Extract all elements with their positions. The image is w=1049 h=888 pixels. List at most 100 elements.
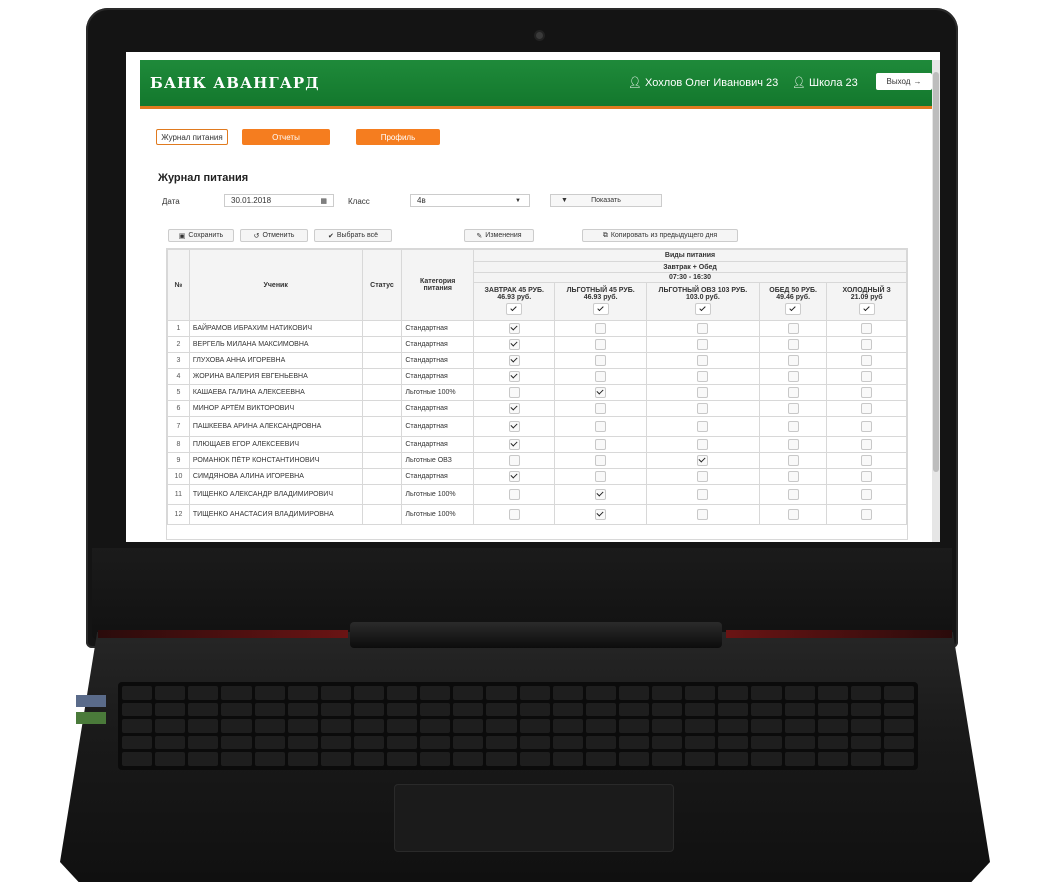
meal-checkbox[interactable]	[861, 371, 873, 382]
meal-checkbox[interactable]	[787, 509, 799, 520]
table-row: 10 СИМДЯНОВА АЛИНА ИГОРЕВНА Стандартная	[167, 468, 907, 485]
meal-checkbox[interactable]	[595, 355, 607, 366]
meal-checkbox[interactable]	[861, 339, 873, 350]
keyboard-key	[618, 735, 649, 750]
column-select-checkbox[interactable]	[785, 302, 802, 315]
meal-checkbox[interactable]	[508, 421, 520, 432]
meal-checkbox[interactable]	[697, 421, 709, 432]
meal-checkbox[interactable]	[787, 323, 799, 334]
column-select-checkbox[interactable]	[506, 302, 523, 315]
date-input[interactable]: 30.01.2018 ▦	[224, 194, 334, 207]
meal-checkbox[interactable]	[508, 339, 520, 350]
meal-checkbox[interactable]	[861, 323, 873, 334]
brand-logo[interactable]: БАНК АВАНГАРД	[150, 74, 320, 92]
cancel-button[interactable]: ↺ Отменить	[240, 229, 308, 242]
row-number: 5	[167, 384, 190, 401]
pencil-icon: ✎	[476, 232, 483, 240]
show-button[interactable]: ▼ Показать	[550, 194, 662, 207]
meal-checkbox[interactable]	[861, 403, 873, 414]
student-name: ВЕРГЕЛЬ МИЛАНА МАКСИМОВНА	[188, 336, 363, 353]
meal-checkbox[interactable]	[508, 387, 520, 398]
meal-checkbox[interactable]	[787, 455, 799, 466]
meal-checkbox[interactable]	[508, 439, 520, 450]
keyboard-key	[552, 752, 583, 766]
meal-checkbox[interactable]	[508, 509, 520, 520]
date-value: 30.01.2018	[231, 196, 272, 205]
meal-checkbox[interactable]	[861, 509, 873, 520]
meal-checkbox[interactable]	[595, 421, 607, 432]
cancel-label: Отменить	[262, 232, 295, 239]
meal-checkbox[interactable]	[595, 387, 607, 398]
user-info: 👤︎ Хохлов Олег Иванович 23	[628, 76, 778, 89]
meal-checkbox[interactable]	[861, 489, 873, 500]
meal-checkbox[interactable]	[697, 489, 709, 500]
meal-checkbox[interactable]	[787, 371, 799, 382]
meal-checkbox[interactable]	[697, 439, 709, 450]
copy-previous-button[interactable]: ⧉ Копировать из предыдущего дня	[582, 229, 738, 242]
meal-checkbox[interactable]	[697, 371, 709, 382]
changes-button[interactable]: ✎ Изменения	[464, 229, 534, 242]
meal-checkbox[interactable]	[508, 403, 520, 414]
scrollbar-thumb[interactable]	[933, 72, 939, 472]
meal-checkbox[interactable]	[787, 439, 799, 450]
class-select[interactable]: 4в ▼	[410, 194, 530, 207]
meal-checkbox[interactable]	[595, 455, 607, 466]
column-select-checkbox[interactable]	[694, 302, 711, 315]
meal-checkbox[interactable]	[697, 471, 709, 482]
table-row: 4 ЖОРИНА ВАЛЕРИЯ ЕВГЕНЬЕВНА Стандартная	[167, 368, 907, 385]
meal-checkbox[interactable]	[861, 471, 873, 482]
column-select-checkbox[interactable]	[858, 302, 875, 315]
meal-checkbox[interactable]	[508, 489, 520, 500]
student-name: ТИЩЕНКО АЛЕКСАНДР ВЛАДИМИРОВИЧ	[188, 484, 363, 505]
meal-column-header: ЛЬГОТНЫЙ ОВЗ 103 РУБ. 103.0 руб.	[645, 282, 760, 321]
save-button[interactable]: ▣ Сохранить	[168, 229, 234, 242]
meal-checkbox[interactable]	[697, 455, 709, 466]
meal-checkbox[interactable]	[595, 339, 607, 350]
keyboard-key	[751, 719, 782, 733]
meal-checkbox[interactable]	[508, 355, 520, 366]
tab-profile[interactable]: Профиль	[356, 129, 440, 145]
meal-checkbox[interactable]	[861, 455, 873, 466]
logout-button[interactable]: Выход →	[876, 73, 932, 90]
meal-checkbox[interactable]	[697, 323, 709, 334]
meal-checkbox[interactable]	[697, 387, 709, 398]
meal-checkbox[interactable]	[787, 489, 799, 500]
keyboard-key	[453, 735, 484, 750]
meal-checkbox[interactable]	[595, 471, 607, 482]
calendar-icon[interactable]: ▦	[320, 197, 327, 205]
tab-reports[interactable]: Отчеты	[242, 129, 330, 145]
meal-checkbox[interactable]	[787, 471, 799, 482]
meal-checkbox[interactable]	[861, 439, 873, 450]
meal-checkbox[interactable]	[697, 509, 709, 520]
check-icon: ✔	[327, 232, 334, 240]
meal-checkbox[interactable]	[861, 355, 873, 366]
meal-checkbox[interactable]	[787, 387, 799, 398]
meal-checkbox[interactable]	[595, 489, 607, 500]
meal-checkbox[interactable]	[595, 509, 607, 520]
meal-checkbox[interactable]	[861, 387, 873, 398]
meal-checkbox[interactable]	[697, 355, 709, 366]
tab-journal[interactable]: Журнал питания	[156, 129, 228, 145]
meal-checkbox[interactable]	[595, 323, 607, 334]
filter-icon: ▼	[561, 197, 568, 204]
meal-checkbox[interactable]	[595, 371, 607, 382]
select-all-button[interactable]: ✔ Выбрать всё	[314, 229, 392, 242]
meal-checkbox[interactable]	[595, 403, 607, 414]
meal-checkbox[interactable]	[508, 323, 520, 334]
meal-checkbox[interactable]	[861, 421, 873, 432]
meal-checkbox[interactable]	[595, 439, 607, 450]
keyboard-key	[486, 735, 517, 750]
meal-checkbox[interactable]	[697, 339, 709, 350]
meal-checkbox[interactable]	[508, 455, 520, 466]
meal-checkbox[interactable]	[787, 421, 799, 432]
meal-checkbox[interactable]	[787, 403, 799, 414]
column-select-checkbox[interactable]	[592, 302, 609, 315]
meal-checkbox[interactable]	[697, 403, 709, 414]
meal-checkbox[interactable]	[508, 371, 520, 382]
meal-checkbox[interactable]	[787, 355, 799, 366]
class-value: 4в	[417, 196, 426, 205]
meal-checkbox[interactable]	[508, 471, 520, 482]
col-header-status: Статус	[361, 249, 403, 321]
meal-checkbox[interactable]	[787, 339, 799, 350]
keyboard-key	[652, 752, 683, 766]
